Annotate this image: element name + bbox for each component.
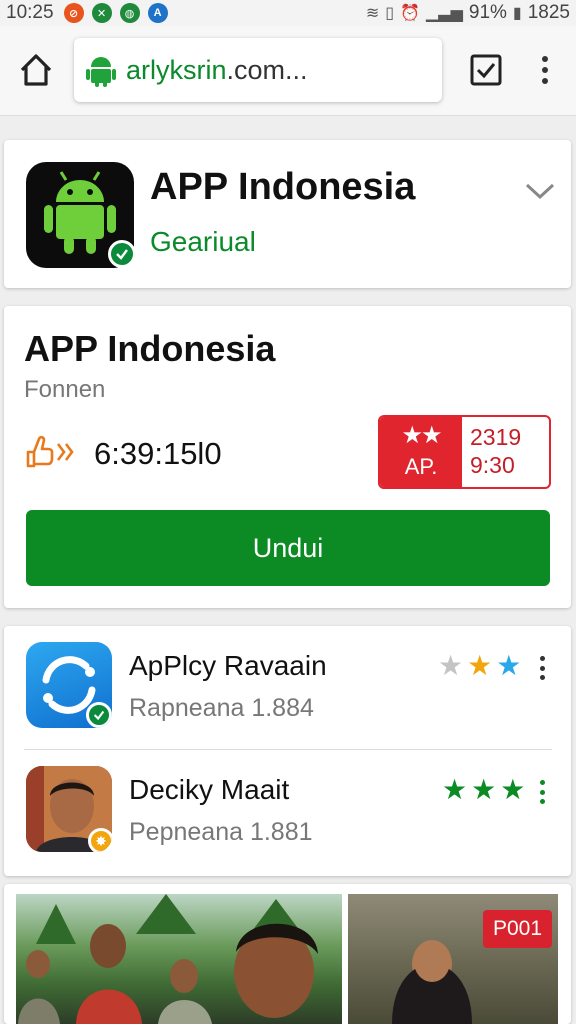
star-rating: ★ ★ ★: [438, 652, 521, 680]
menu-dot: [542, 67, 548, 73]
app-meta: Rapneana 1.884: [129, 694, 314, 722]
status-extra: 1825: [527, 2, 570, 23]
url-text: arlyksrin.com...: [126, 55, 308, 86]
rating-label: AP.: [404, 454, 438, 479]
notification-icon: ⊘: [63, 3, 84, 23]
star-icon: ★: [438, 650, 464, 681]
home-button[interactable]: [16, 50, 56, 90]
battery-percent: 91%: [468, 2, 507, 23]
menu-dot: [539, 799, 545, 804]
menu-dot: [542, 56, 548, 62]
photo-card: P001: [4, 884, 571, 1024]
overflow-menu-button[interactable]: [530, 52, 560, 88]
address-bar[interactable]: arlyksrin.com...: [74, 38, 442, 102]
detail-time: 6:39:15l0: [94, 436, 222, 471]
menu-dot: [539, 789, 545, 795]
menu-dot: [539, 665, 545, 671]
menu-dot: [539, 780, 545, 785]
checkbox-icon: [470, 54, 502, 86]
item-menu-button[interactable]: [538, 656, 546, 680]
app-name: Deciky Maait: [129, 774, 290, 805]
star-rating: ★ ★ ★: [442, 776, 525, 804]
status-bar: 10:25 ⊘ ✕ ◍ A ≋ ▯ ⏰ ▁▃▅ 91% ▮ 1825: [0, 0, 576, 26]
chevron-down-icon: [525, 183, 555, 200]
tabs-button[interactable]: [470, 54, 502, 86]
home-icon: [20, 54, 52, 86]
menu-dot: [542, 78, 548, 84]
detail-subtitle: Fonnen: [24, 376, 106, 403]
signal-icon: ▁▃▅: [425, 5, 463, 22]
app-title: APP Indonesia: [150, 166, 416, 208]
sun-badge-icon: ✸: [88, 828, 112, 852]
expand-button[interactable]: [524, 180, 556, 202]
status-right: ≋ ▯ ⏰ ▁▃▅ 91% ▮ 1825: [366, 2, 570, 24]
star-icon: ★: [471, 774, 497, 805]
star-icon: ★★: [401, 422, 442, 449]
group-photo[interactable]: [16, 894, 342, 1024]
rating-top-value: 2319: [470, 424, 522, 451]
rating-badge-left: ★★ AP.: [380, 417, 462, 487]
star-icon: ★: [442, 774, 468, 805]
app-icon: [26, 642, 112, 728]
app-name: ApPlcy Ravaain: [129, 650, 327, 681]
battery-icon: ▮: [512, 5, 522, 22]
woman-photo[interactable]: P001: [348, 894, 558, 1024]
alarm-icon: ⏰: [400, 5, 420, 22]
menu-dot: [539, 656, 545, 661]
globe-icon: ◍: [119, 3, 140, 23]
sim-icon: ▯: [385, 5, 395, 22]
wifi-icon: ≋: [365, 5, 380, 22]
rating-values: 2319 9:30: [462, 417, 549, 487]
app-category: Geariual: [150, 226, 256, 257]
item-menu-button[interactable]: [538, 780, 546, 804]
status-time: 10:25: [6, 2, 54, 23]
url-domain: arlyksrin: [126, 54, 227, 85]
rating-badge: ★★ AP. 2319 9:30: [378, 415, 551, 489]
browser-toolbar: arlyksrin.com...: [0, 26, 576, 116]
url-tld: .com...: [226, 54, 308, 85]
app-icon: [26, 162, 136, 268]
location-icon: A: [147, 3, 168, 23]
share-icon[interactable]: [24, 434, 76, 470]
app-header-card[interactable]: APP Indonesia Geariual: [4, 140, 571, 288]
menu-dot: [539, 675, 545, 680]
star-icon: ★: [467, 650, 493, 681]
star-icon: ★: [496, 650, 522, 681]
list-item[interactable]: ApPlcy Ravaain Rapneana 1.884 ★ ★ ★: [4, 626, 571, 750]
photo-badge: P001: [482, 910, 552, 948]
download-button[interactable]: Undui: [26, 510, 550, 586]
app-meta: Pepneana 1.881: [129, 818, 313, 846]
verified-badge-icon: [108, 240, 136, 268]
android-icon: [86, 57, 116, 87]
verified-badge-icon: [86, 702, 112, 728]
related-apps-card: ApPlcy Ravaain Rapneana 1.884 ★ ★ ★ ✸ De…: [4, 626, 571, 876]
detail-title: APP Indonesia: [24, 328, 276, 369]
people-photo: [18, 894, 318, 1024]
rating-bottom-value: 9:30: [470, 452, 515, 478]
app-detail-card: APP Indonesia Fonnen 6:39:15l0 ★★ AP. 23…: [4, 306, 571, 608]
star-icon: ★: [500, 774, 526, 805]
avatar: ✸: [26, 766, 112, 852]
list-item[interactable]: ✸ Deciky Maait Pepneana 1.881 ★ ★ ★: [4, 750, 571, 874]
app-notification-icon: ✕: [91, 3, 112, 23]
